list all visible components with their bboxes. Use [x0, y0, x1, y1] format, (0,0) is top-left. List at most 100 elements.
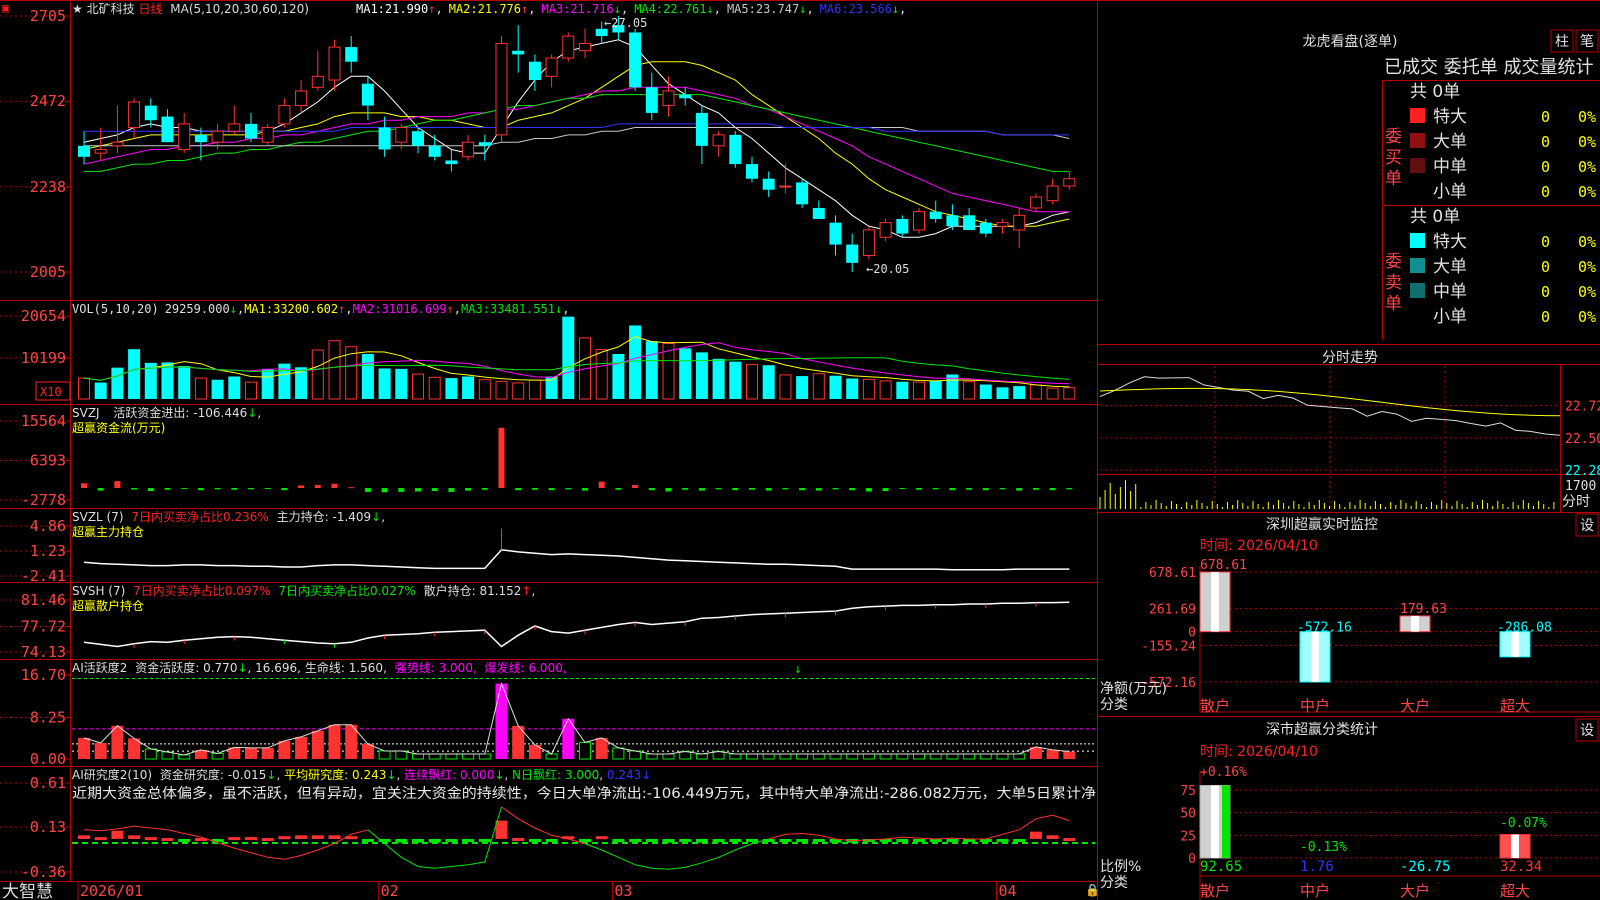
- ai-research-bar-up: [94, 837, 107, 841]
- ma-title: MA(5,10,20,30,60,120): [170, 2, 309, 16]
- ai-research-bar-up: [161, 838, 174, 842]
- ma-legend-value: 21.776: [478, 2, 521, 16]
- svzj-bar-outflow: [147, 488, 154, 492]
- axis-tick-label: 2238: [30, 178, 66, 196]
- ai-research-bar-down: [445, 838, 458, 842]
- svzj-bar-inflow: [498, 427, 505, 489]
- szmon-tick: -155.24: [1141, 639, 1196, 654]
- ai-active-bar-hollow: [796, 753, 809, 760]
- ai-active-bar-hollow: [178, 754, 191, 760]
- volume-bar-up: [78, 377, 90, 400]
- order-size-label: 中单: [1433, 157, 1467, 177]
- szstat-value: 92.65: [1200, 859, 1242, 875]
- order-color-swatch: [1410, 133, 1425, 148]
- separator: ,: [562, 302, 569, 316]
- szmon-bar-label: -286.08: [1497, 621, 1552, 636]
- order-count: 0: [1541, 183, 1550, 201]
- order-count: 0: [1541, 283, 1550, 301]
- ai-active-bar-hollow: [378, 750, 391, 760]
- ma-legend-arrow: ↓: [614, 2, 621, 16]
- ai-active-bar-hollow: [462, 753, 475, 760]
- bar-view-label: 柱: [1555, 34, 1569, 50]
- ai-research-bar-down: [412, 838, 424, 843]
- svzj-bar-outflow: [364, 488, 371, 492]
- separator: ,: [436, 2, 443, 16]
- order-total: 共 0单: [1410, 207, 1460, 227]
- lock-icon[interactable]: 🔒: [1085, 883, 1100, 897]
- ai-active-bar-hollow: [144, 748, 157, 760]
- candle-body-down: [478, 142, 491, 146]
- ai-active-bar: [1046, 749, 1059, 759]
- ai-active-bar-hollow: [996, 753, 1009, 760]
- svzj-bar-outflow: [281, 488, 288, 491]
- svzj-bars: [81, 427, 1073, 493]
- volume-value: 29259.000: [165, 302, 230, 316]
- ma-line-ma3: [83, 86, 1070, 213]
- pin-icon[interactable]: ▣: [2, 1, 9, 15]
- ai-research-bar-down: [679, 838, 692, 842]
- svzl-holding-line: [83, 549, 1070, 571]
- svzj-bar-outflow: [264, 488, 271, 490]
- ma-line-ma1: [83, 39, 1070, 238]
- ma-legend-arrow: ↓: [799, 2, 806, 16]
- svzj-bar-outflow: [214, 488, 221, 490]
- ai-research-bar-up: [1046, 835, 1059, 839]
- ai-active-bar-hollow: [695, 753, 708, 760]
- ai-active-bar-hollow: [913, 753, 925, 760]
- ai-research-bar-up: [128, 835, 141, 839]
- ai-research-bar-down: [1013, 838, 1026, 842]
- intraday-unit: 分时: [1562, 494, 1590, 510]
- svzj-legend: SVZJ 活跃资金进出: -106.446↓,: [72, 405, 261, 420]
- volume-bar-down: [796, 376, 809, 399]
- svsh-legend: SVSH (7) 7日内买卖净占比0.097% 7日内买卖净占比0.027% 散…: [72, 583, 535, 598]
- volume-bar-up: [311, 349, 324, 400]
- candle-body-up: [1063, 178, 1076, 187]
- intraday-tick: 22.50: [1565, 432, 1600, 447]
- candle-body-up: [1046, 185, 1059, 202]
- ai-active-bar-hollow: [979, 753, 992, 760]
- svzj-bar-outflow: [481, 488, 488, 490]
- svzj-bar-outflow: [398, 488, 405, 492]
- axis-tick-label: 0.00: [30, 750, 66, 768]
- svzj-bar-outflow: [1066, 488, 1073, 490]
- candle-body-up: [261, 127, 274, 143]
- szmon-bar-label: -572.16: [1297, 621, 1352, 636]
- ai-research-bar-up: [1063, 838, 1076, 842]
- ai-research-bar-down: [996, 838, 1009, 842]
- svzj-bar-outflow: [882, 488, 889, 492]
- candle-body-up: [1013, 214, 1026, 231]
- ai-research-bar-down: [361, 838, 374, 842]
- ai-research-bar-up: [328, 835, 341, 839]
- ai-active-bar-hollow: [662, 753, 675, 760]
- volume-ma-arrow: ↓: [555, 302, 562, 316]
- ma-legend-label: MA1:: [356, 2, 385, 16]
- order-percent: 0%: [1578, 283, 1596, 301]
- side-label-char: 委: [1385, 252, 1402, 272]
- side-label-char: 委: [1385, 127, 1402, 147]
- ai-research-bar-down: [462, 838, 475, 842]
- order-percent: 0%: [1578, 308, 1596, 326]
- volume-bar-down: [695, 352, 708, 399]
- szmon-chart: 678.61261.690-155.24-572.16678.61-572.16…: [1100, 558, 1600, 715]
- lhb-tabs[interactable]: 已成交 委托单 成交量统计: [1384, 57, 1593, 78]
- szmon-category: 超大: [1500, 697, 1530, 715]
- volume-bar-down: [378, 368, 391, 399]
- svzj-bar-outflow: [1032, 488, 1039, 490]
- svzj-bar-inflow: [331, 483, 338, 489]
- ai-research-bar-up: [495, 820, 508, 839]
- intraday-chart: 22.72 22.50 22.281700分时: [1099, 366, 1600, 512]
- szmon-bar-highlight: [1211, 572, 1219, 632]
- ai-active-bar: [261, 747, 274, 759]
- svsh-axis: 81.46 77.72 74.13: [21, 591, 70, 661]
- ai-active-bar-hollow: [729, 753, 742, 760]
- volume-bar-down: [929, 380, 942, 399]
- candle-body-up: [128, 101, 141, 129]
- ai-active-bar-hollow: [1013, 753, 1026, 760]
- ma-line-ma2: [83, 61, 1070, 227]
- candle-body-down: [645, 87, 658, 113]
- svzj-bar-outflow: [197, 488, 204, 491]
- ma-legend-value: 21.716: [570, 2, 613, 16]
- candle-body-up: [111, 141, 124, 147]
- svzj-sub: 超赢资金流(万元): [72, 420, 165, 435]
- szstat-category: 中户: [1300, 882, 1330, 900]
